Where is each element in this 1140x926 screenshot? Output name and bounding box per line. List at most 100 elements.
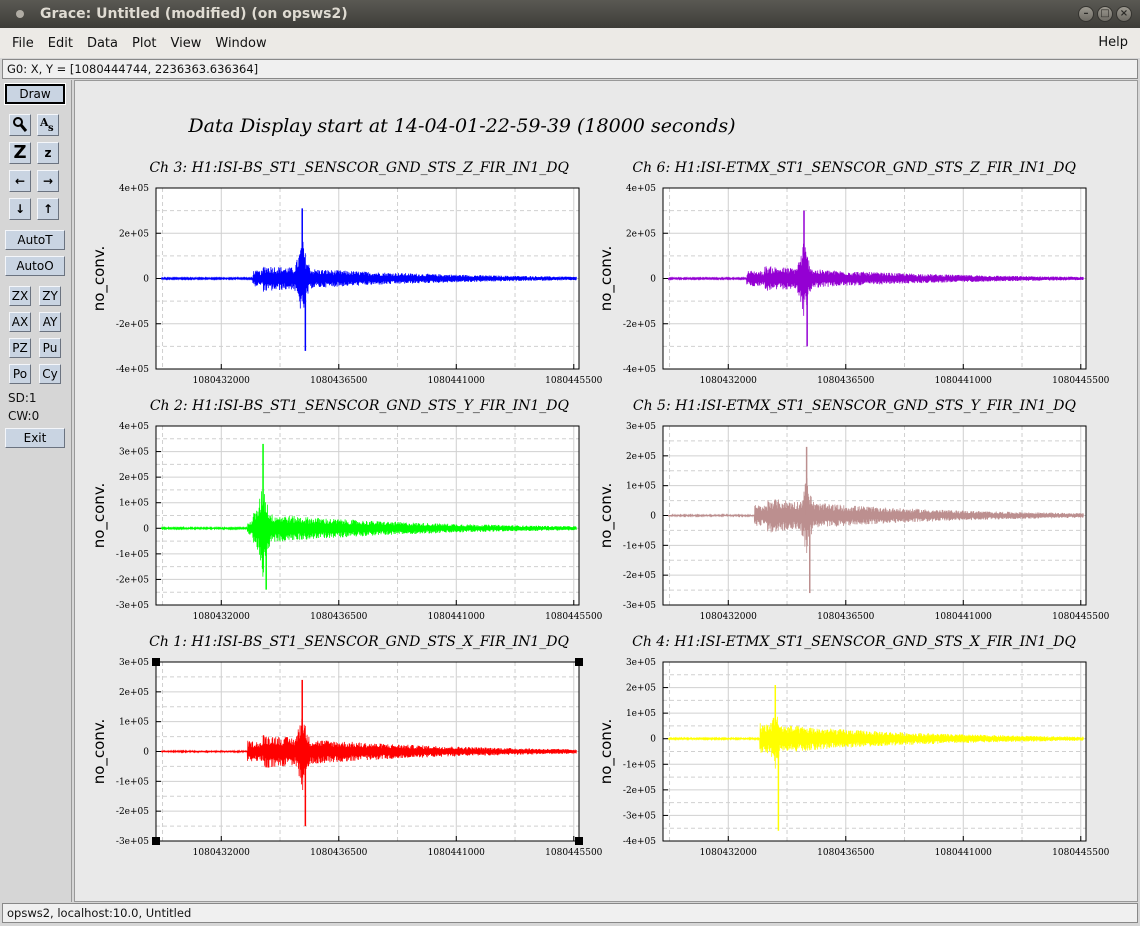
chart-subtitle: Ch 5: H1:ISI-ETMX_ST1_SENSCOR_GND_STS_Y_… xyxy=(633,398,1077,414)
pz-button[interactable]: PZ xyxy=(9,338,31,358)
x-tick-label: 1080445500 xyxy=(545,612,603,622)
scroll-down-button[interactable]: ↓ xyxy=(9,198,31,220)
plot-area[interactable]: Data Display start at 14-04-01-22-59-39 … xyxy=(75,81,1137,901)
y-axis-label: no_conv. xyxy=(597,246,616,312)
y-tick-label: -1e+05 xyxy=(116,777,149,787)
y-tick-label: -1e+05 xyxy=(623,760,656,770)
x-tick-label: 1080441000 xyxy=(935,612,993,622)
cw-label: CW:0 xyxy=(8,409,40,423)
text-tool-button[interactable]: As xyxy=(37,114,59,136)
y-tick-label: 3e+05 xyxy=(626,658,656,668)
x-tick-label: 1080445500 xyxy=(545,848,603,858)
chart-subtitle: Ch 4: H1:ISI-ETMX_ST1_SENSCOR_GND_STS_X_… xyxy=(632,634,1076,650)
x-tick-label: 1080436500 xyxy=(817,848,875,858)
y-tick-label: 4e+05 xyxy=(119,422,149,432)
chart-1: 1080432000 1080436500 1080441000 1080445500… xyxy=(90,160,603,386)
menu-window[interactable]: Window xyxy=(209,36,272,51)
chart-3: 1080432000 1080436500 1080441000 1080445500… xyxy=(90,398,603,622)
cy-button[interactable]: Cy xyxy=(39,364,61,384)
zoom-in-button[interactable]: Z xyxy=(9,142,31,164)
arrow-down-icon: ↓ xyxy=(14,202,26,216)
y-tick-label: 0 xyxy=(650,512,656,522)
y-tick-label: 0 xyxy=(650,735,656,745)
y-tick-label: -3e+05 xyxy=(623,811,656,821)
chart-subtitle: Ch 1: H1:ISI-BS_ST1_SENSCOR_GND_STS_X_FI… xyxy=(149,634,569,650)
menu-data[interactable]: Data xyxy=(81,36,124,51)
zoom-tool-button[interactable] xyxy=(9,114,31,136)
x-tick-label: 1080436500 xyxy=(310,612,368,622)
selection-handle xyxy=(152,658,160,666)
scroll-up-button[interactable]: ↑ xyxy=(37,198,59,220)
po-button[interactable]: Po xyxy=(9,364,31,384)
pu-button[interactable]: Pu xyxy=(39,338,61,358)
y-tick-label: -4e+05 xyxy=(623,837,656,847)
zoom-out-button[interactable]: z xyxy=(37,142,59,164)
y-axis-label: no_conv. xyxy=(90,719,109,785)
y-tick-label: -2e+05 xyxy=(623,320,656,330)
ax-button[interactable]: AX xyxy=(9,312,31,332)
y-tick-label: -2e+05 xyxy=(116,807,149,817)
menu-view[interactable]: View xyxy=(165,36,208,51)
autoo-button[interactable]: AutoO xyxy=(5,256,65,276)
y-tick-label: -4e+05 xyxy=(623,365,656,375)
x-tick-label: 1080441000 xyxy=(428,848,486,858)
y-tick-label: -2e+05 xyxy=(116,575,149,585)
autot-button[interactable]: AutoT xyxy=(5,230,65,250)
x-tick-label: 1080441000 xyxy=(428,376,486,386)
maximize-icon[interactable]: □ xyxy=(1097,6,1113,22)
ay-button[interactable]: AY xyxy=(39,312,61,332)
y-tick-label: 3e+05 xyxy=(119,448,149,458)
zx-button[interactable]: ZX xyxy=(9,286,31,306)
y-tick-label: -2e+05 xyxy=(116,320,149,330)
sd-label: SD:1 xyxy=(8,391,37,405)
selection-handle xyxy=(575,658,583,666)
menu-help[interactable]: Help xyxy=(1098,35,1128,50)
x-tick-label: 1080445500 xyxy=(1052,612,1110,622)
y-tick-label: 2e+05 xyxy=(626,229,656,239)
menu-edit[interactable]: Edit xyxy=(42,36,79,51)
chart-title: Data Display start at 14-04-01-22-59-39 … xyxy=(187,115,735,137)
graph-canvas[interactable]: Data Display start at 14-04-01-22-59-39 … xyxy=(74,80,1138,902)
x-tick-label: 1080436500 xyxy=(817,376,875,386)
window-title: Grace: Untitled (modified) (on opsws2) xyxy=(40,6,348,22)
zy-button[interactable]: ZY xyxy=(39,286,61,306)
y-tick-label: 0 xyxy=(143,275,149,285)
arrow-up-icon: ↑ xyxy=(42,202,54,216)
chart-subtitle: Ch 3: H1:ISI-BS_ST1_SENSCOR_GND_STS_Z_FI… xyxy=(149,160,569,176)
x-tick-label: 1080445500 xyxy=(1052,848,1110,858)
x-tick-label: 1080445500 xyxy=(545,376,603,386)
y-axis-label: no_conv. xyxy=(90,246,109,312)
locator-bar: G0: X, Y = [1080444744, 2236363.636364] xyxy=(2,59,1138,79)
chart-2: 1080432000 1080436500 1080441000 1080445500… xyxy=(597,160,1110,386)
y-tick-label: -2e+05 xyxy=(623,571,656,581)
draw-button[interactable]: Draw xyxy=(4,83,66,105)
x-tick-label: 1080432000 xyxy=(193,612,251,622)
y-tick-label: 2e+05 xyxy=(119,229,149,239)
arrow-left-icon: ← xyxy=(14,174,26,188)
arrow-right-icon: → xyxy=(42,174,54,188)
scroll-right-button[interactable]: → xyxy=(37,170,59,192)
close-icon[interactable]: × xyxy=(1116,6,1132,22)
x-tick-label: 1080436500 xyxy=(310,848,368,858)
minimize-icon[interactable]: – xyxy=(1078,6,1094,22)
y-tick-label: 2e+05 xyxy=(119,688,149,698)
x-tick-label: 1080432000 xyxy=(193,848,251,858)
exit-button[interactable]: Exit xyxy=(5,428,65,448)
scroll-left-button[interactable]: ← xyxy=(9,170,31,192)
y-tick-label: -3e+05 xyxy=(116,837,149,847)
y-tick-label: -1e+05 xyxy=(623,541,656,551)
y-tick-label: 1e+05 xyxy=(119,499,149,509)
y-tick-label: -3e+05 xyxy=(116,601,149,611)
y-tick-label: 2e+05 xyxy=(626,684,656,694)
x-tick-label: 1080436500 xyxy=(817,612,875,622)
y-tick-label: -3e+05 xyxy=(623,601,656,611)
menu-plot[interactable]: Plot xyxy=(126,36,163,51)
x-tick-label: 1080436500 xyxy=(310,376,368,386)
y-tick-label: 1e+05 xyxy=(626,709,656,719)
y-tick-label: -2e+05 xyxy=(623,786,656,796)
menu-file[interactable]: File xyxy=(6,36,40,51)
x-tick-label: 1080445500 xyxy=(1052,376,1110,386)
toolbar: Draw As Z z ← → ↓ ↑ AutoT AutoO ZX ZY AX… xyxy=(0,80,72,902)
window-menu-icon[interactable] xyxy=(16,10,24,18)
chart-5: 1080432000 1080436500 1080441000 1080445500… xyxy=(90,634,603,858)
